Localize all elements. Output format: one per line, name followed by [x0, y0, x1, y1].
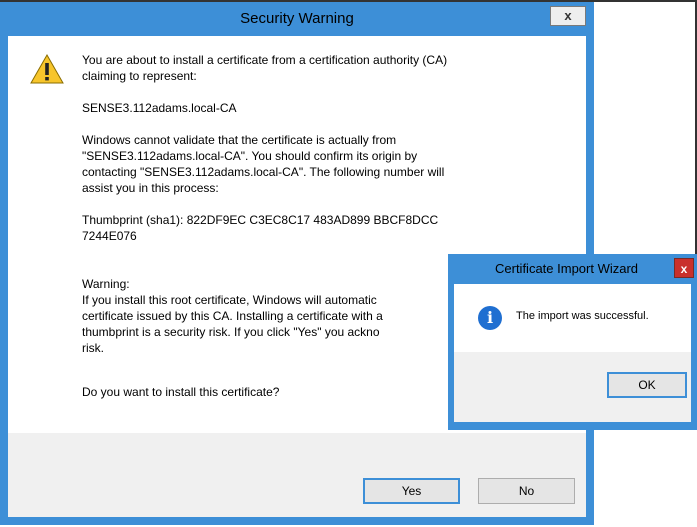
certificate-import-wizard-dialog: Certificate Import Wizard x i The import… [448, 254, 697, 430]
ca-name-text: SENSE3.112adams.local-CA [82, 101, 237, 115]
close-button[interactable]: x [550, 6, 586, 26]
wizard-footer: OK [454, 352, 691, 422]
dialog-title: Security Warning [240, 10, 354, 27]
wizard-frame-right [691, 284, 697, 430]
ca-name: SENSE3.112adams.local-CA [82, 100, 562, 116]
thumbprint-line: 7244E076 [82, 229, 137, 243]
info-icon: i [478, 306, 502, 330]
no-button[interactable]: No [478, 478, 575, 504]
yes-button[interactable]: Yes [363, 478, 460, 504]
wizard-content: i The import was successful. [454, 284, 691, 352]
validate-text: Windows cannot validate that the certifi… [82, 132, 562, 196]
thumbprint-line: Thumbprint (sha1): 822DF9EC C3EC8C17 483… [82, 213, 439, 227]
warning-triangle-icon [30, 54, 64, 84]
wizard-title: Certificate Import Wizard [448, 254, 697, 284]
wizard-close-button[interactable]: x [674, 258, 694, 278]
thumbprint-text: Thumbprint (sha1): 822DF9EC C3EC8C17 483… [82, 212, 562, 244]
wizard-message: The import was successful. [516, 310, 649, 322]
ok-button[interactable]: OK [607, 372, 687, 398]
dialog-footer: Yes No [8, 433, 586, 517]
intro-line: You are about to install a certificate f… [82, 53, 448, 67]
validate-line: "SENSE3.112adams.local-CA". You should c… [82, 149, 418, 163]
intro-line: claiming to represent: [82, 69, 197, 83]
intro-text: You are about to install a certificate f… [82, 52, 562, 84]
validate-line: contacting "SENSE3.112adams.local-CA". T… [82, 165, 445, 179]
wizard-frame-bottom [448, 422, 697, 430]
validate-line: Windows cannot validate that the certifi… [82, 133, 397, 147]
validate-line: assist you in this process: [82, 181, 219, 195]
